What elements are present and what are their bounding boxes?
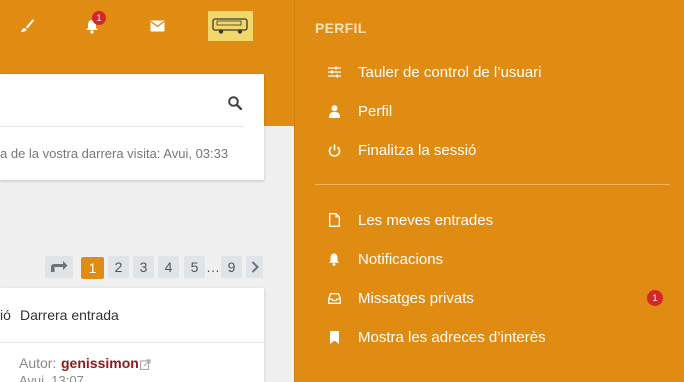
paintbrush-icon[interactable] [15, 14, 39, 38]
panel-title: PERFIL [315, 20, 367, 36]
menu-item-label: Tauler de control de l’usuari [358, 63, 542, 81]
page-9[interactable]: 9 [221, 256, 242, 278]
bookmark-icon [315, 330, 353, 344]
list-header: ió Darrera entrada [0, 288, 264, 343]
profile-panel: PERFIL Tauler de control de l’usuari Per… [295, 0, 684, 382]
menu-item-label: Missatges privats [358, 289, 474, 307]
menu-item-label: Notificacions [358, 250, 444, 268]
search-icon[interactable] [228, 96, 244, 112]
inbox-icon [315, 292, 353, 304]
menu-item-my-posts[interactable]: Les meves entrades [315, 205, 665, 235]
menu-item-label: Perfil [358, 102, 393, 120]
page-5[interactable]: 5 [184, 256, 205, 278]
author-link[interactable]: genissimon [61, 355, 139, 371]
bell-icon [315, 253, 353, 266]
author-label: Autor: [19, 355, 57, 371]
power-icon [315, 144, 353, 157]
post-date: Avui, 13:07 [19, 373, 84, 382]
notifications-badge: 1 [92, 11, 106, 25]
column-header-left: ió [0, 307, 11, 323]
menu-divider [315, 184, 670, 185]
page-2[interactable]: 2 [108, 256, 129, 278]
page-3[interactable]: 3 [133, 256, 154, 278]
file-icon [315, 213, 353, 227]
avatar[interactable] [208, 11, 253, 41]
menu-item-notifications[interactable]: Notificacions [315, 244, 665, 274]
menu-item-label: Mostra les adreces d’interès [358, 328, 546, 346]
menu-item-label: Finalitza la sessió [358, 141, 477, 159]
menu-item-private-messages[interactable]: Missatges privats [315, 283, 665, 313]
next-page-button[interactable] [246, 256, 263, 278]
last-visit-text: a de la vostra darrera visita: Avui, 03:… [0, 146, 229, 161]
sliders-icon [315, 66, 353, 78]
page-4[interactable]: 4 [158, 256, 179, 278]
forum-page: 1 a de la vostra darrera visita: Avui, 0… [0, 0, 294, 382]
jump-to-page-button[interactable] [45, 256, 73, 278]
header-bar: 1 [0, 0, 294, 52]
menu-item-profile[interactable]: Perfil [315, 96, 665, 126]
messages-badge: 1 [647, 290, 663, 306]
page-1[interactable]: 1 [81, 257, 104, 279]
topic-list: ió Darrera entrada Autor: genissimon Avu… [0, 288, 264, 382]
go-to-post-icon[interactable] [139, 357, 152, 371]
column-header-last-post: Darrera entrada [20, 307, 119, 323]
search-card [0, 74, 264, 180]
pagination-ellipsis: … [206, 259, 220, 275]
menu-item-label: Les meves entrades [358, 211, 494, 229]
divider [0, 126, 244, 127]
menu-item-bookmarks[interactable]: Mostra les adreces d’interès [315, 322, 665, 352]
menu-item-control-panel[interactable]: Tauler de control de l’usuari [315, 57, 665, 87]
menu-item-logout[interactable]: Finalitza la sessió [315, 135, 665, 165]
search-input[interactable] [0, 84, 214, 118]
envelope-icon[interactable] [145, 14, 169, 38]
user-icon [315, 104, 353, 118]
